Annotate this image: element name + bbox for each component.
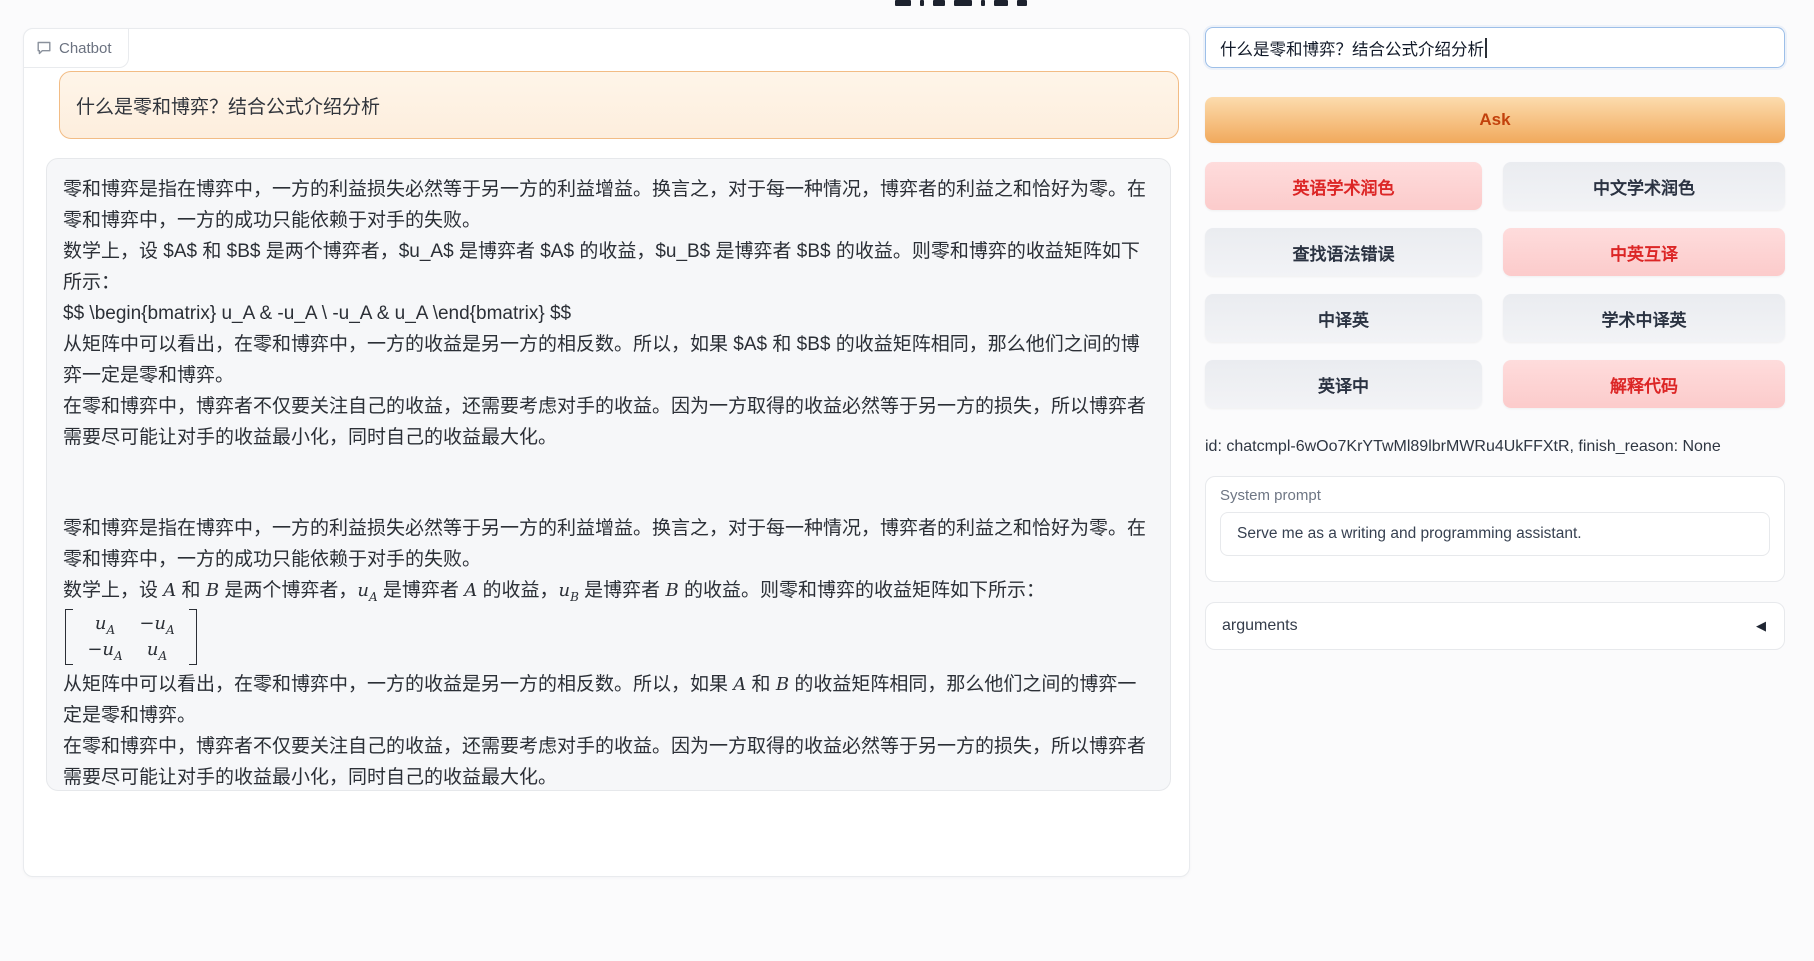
chatbot-panel-label-text: Chatbot [59, 40, 112, 57]
bot-raw-paragraph: 在零和博弈中，博弈者不仅要关注自己的收益，还需要考虑对手的收益。因为一方取得的收… [63, 391, 1154, 453]
bot-rendered-paragraph: 零和博弈是指在博弈中，一方的利益损失必然等于另一方的利益增益。换言之，对于每一种… [63, 513, 1154, 575]
math-var: u [357, 580, 369, 601]
text-cursor [1485, 38, 1487, 58]
message-spacer [63, 453, 1154, 513]
quick-action-zh-en-mutual-translate[interactable]: 中英互译 [1503, 228, 1785, 276]
ask-button[interactable]: Ask [1205, 97, 1785, 143]
payoff-matrix: uA −uA −uA uA [65, 609, 1154, 665]
clipped-page-title [895, 0, 1027, 8]
math-var: B [776, 674, 789, 695]
bot-rendered-paragraph: 从矩阵中可以看出，在零和博弈中，一方的收益是另一方的相反数。所以，如果 A 和 … [63, 669, 1154, 731]
quick-action-english-polish[interactable]: 英语学术润色 [1205, 162, 1482, 210]
bot-raw-paragraph: 从矩阵中可以看出，在零和博弈中，一方的收益是另一方的相反数。所以，如果 $A$ … [63, 329, 1154, 391]
math-var: A [464, 580, 477, 601]
chatbot-panel: Chatbot 什么是零和博弈？结合公式介绍分析 零和博弈是指在博弈中，一方的利… [23, 28, 1190, 877]
quick-action-zh-to-en[interactable]: 中译英 [1205, 294, 1482, 342]
matrix-cell: uA [131, 637, 183, 663]
matrix-cell: −uA [79, 637, 131, 663]
math-var: u [558, 580, 570, 601]
question-input[interactable]: 什么是零和博弈？结合公式介绍分析 [1205, 27, 1785, 68]
system-prompt-group: System prompt Serve me as a writing and … [1205, 476, 1785, 582]
quick-action-en-to-zh[interactable]: 英译中 [1205, 360, 1482, 408]
quick-action-chinese-polish[interactable]: 中文学术润色 [1503, 162, 1785, 210]
system-prompt-value: Serve me as a writing and programming as… [1237, 525, 1582, 543]
matrix-cell: uA [79, 611, 131, 637]
math-var: A [733, 674, 746, 695]
bot-raw-paragraph: 数学上，设 $A$ 和 $B$ 是两个博弈者，$u_A$ 是博弈者 $A$ 的收… [63, 236, 1154, 298]
matrix-left-bracket [65, 609, 73, 665]
question-input-value: 什么是零和博弈？结合公式介绍分析 [1220, 36, 1484, 60]
response-status-line: id: chatcmpl-6wOo7KrYTwMl89lbrMWRu4UkFFX… [1205, 438, 1785, 456]
math-var: B [665, 580, 678, 601]
matrix-right-bracket [189, 609, 197, 665]
bot-rendered-paragraph: 数学上，设 A 和 B 是两个博弈者，uA 是博弈者 A 的收益，uB 是博弈者… [63, 575, 1154, 606]
chat-bubble-icon [36, 40, 52, 56]
system-prompt-input[interactable]: Serve me as a writing and programming as… [1220, 512, 1770, 556]
bot-raw-paragraph: 零和博弈是指在博弈中，一方的利益损失必然等于另一方的利益增益。换言之，对于每一种… [63, 174, 1154, 236]
accordion-collapsed-arrow-icon: ◀ [1756, 618, 1766, 634]
math-var: A [163, 580, 176, 601]
chatbot-panel-label: Chatbot [23, 28, 129, 68]
quick-action-grid: 英语学术润色 中文学术润色 查找语法错误 中英互译 中译英 学术中译英 英译中 … [1205, 162, 1785, 408]
bot-raw-latex-line: $$ \begin{bmatrix} u_A & -u_A \ -u_A & u… [63, 298, 1154, 329]
quick-action-academic-zh-to-en[interactable]: 学术中译英 [1503, 294, 1785, 342]
app-window: Chatbot 什么是零和博弈？结合公式介绍分析 零和博弈是指在博弈中，一方的利… [0, 0, 1814, 961]
math-var: B [206, 580, 219, 601]
quick-action-find-grammar-errors[interactable]: 查找语法错误 [1205, 228, 1482, 276]
arguments-accordion-label: arguments [1222, 617, 1298, 635]
bot-rendered-paragraph: 在零和博弈中，博弈者不仅要关注自己的收益，还需要考虑对手的收益。因为一方取得的收… [63, 731, 1154, 793]
quick-action-explain-code[interactable]: 解释代码 [1503, 360, 1785, 408]
user-message-text: 什么是零和博弈？结合公式介绍分析 [76, 92, 380, 119]
bot-message-bubble: 零和博弈是指在博弈中，一方的利益损失必然等于另一方的利益增益。换言之，对于每一种… [46, 158, 1171, 791]
matrix-cell: −uA [131, 611, 183, 637]
arguments-accordion[interactable]: arguments ◀ [1205, 602, 1785, 650]
system-prompt-label: System prompt [1220, 487, 1770, 504]
user-message-bubble: 什么是零和博弈？结合公式介绍分析 [59, 71, 1179, 139]
